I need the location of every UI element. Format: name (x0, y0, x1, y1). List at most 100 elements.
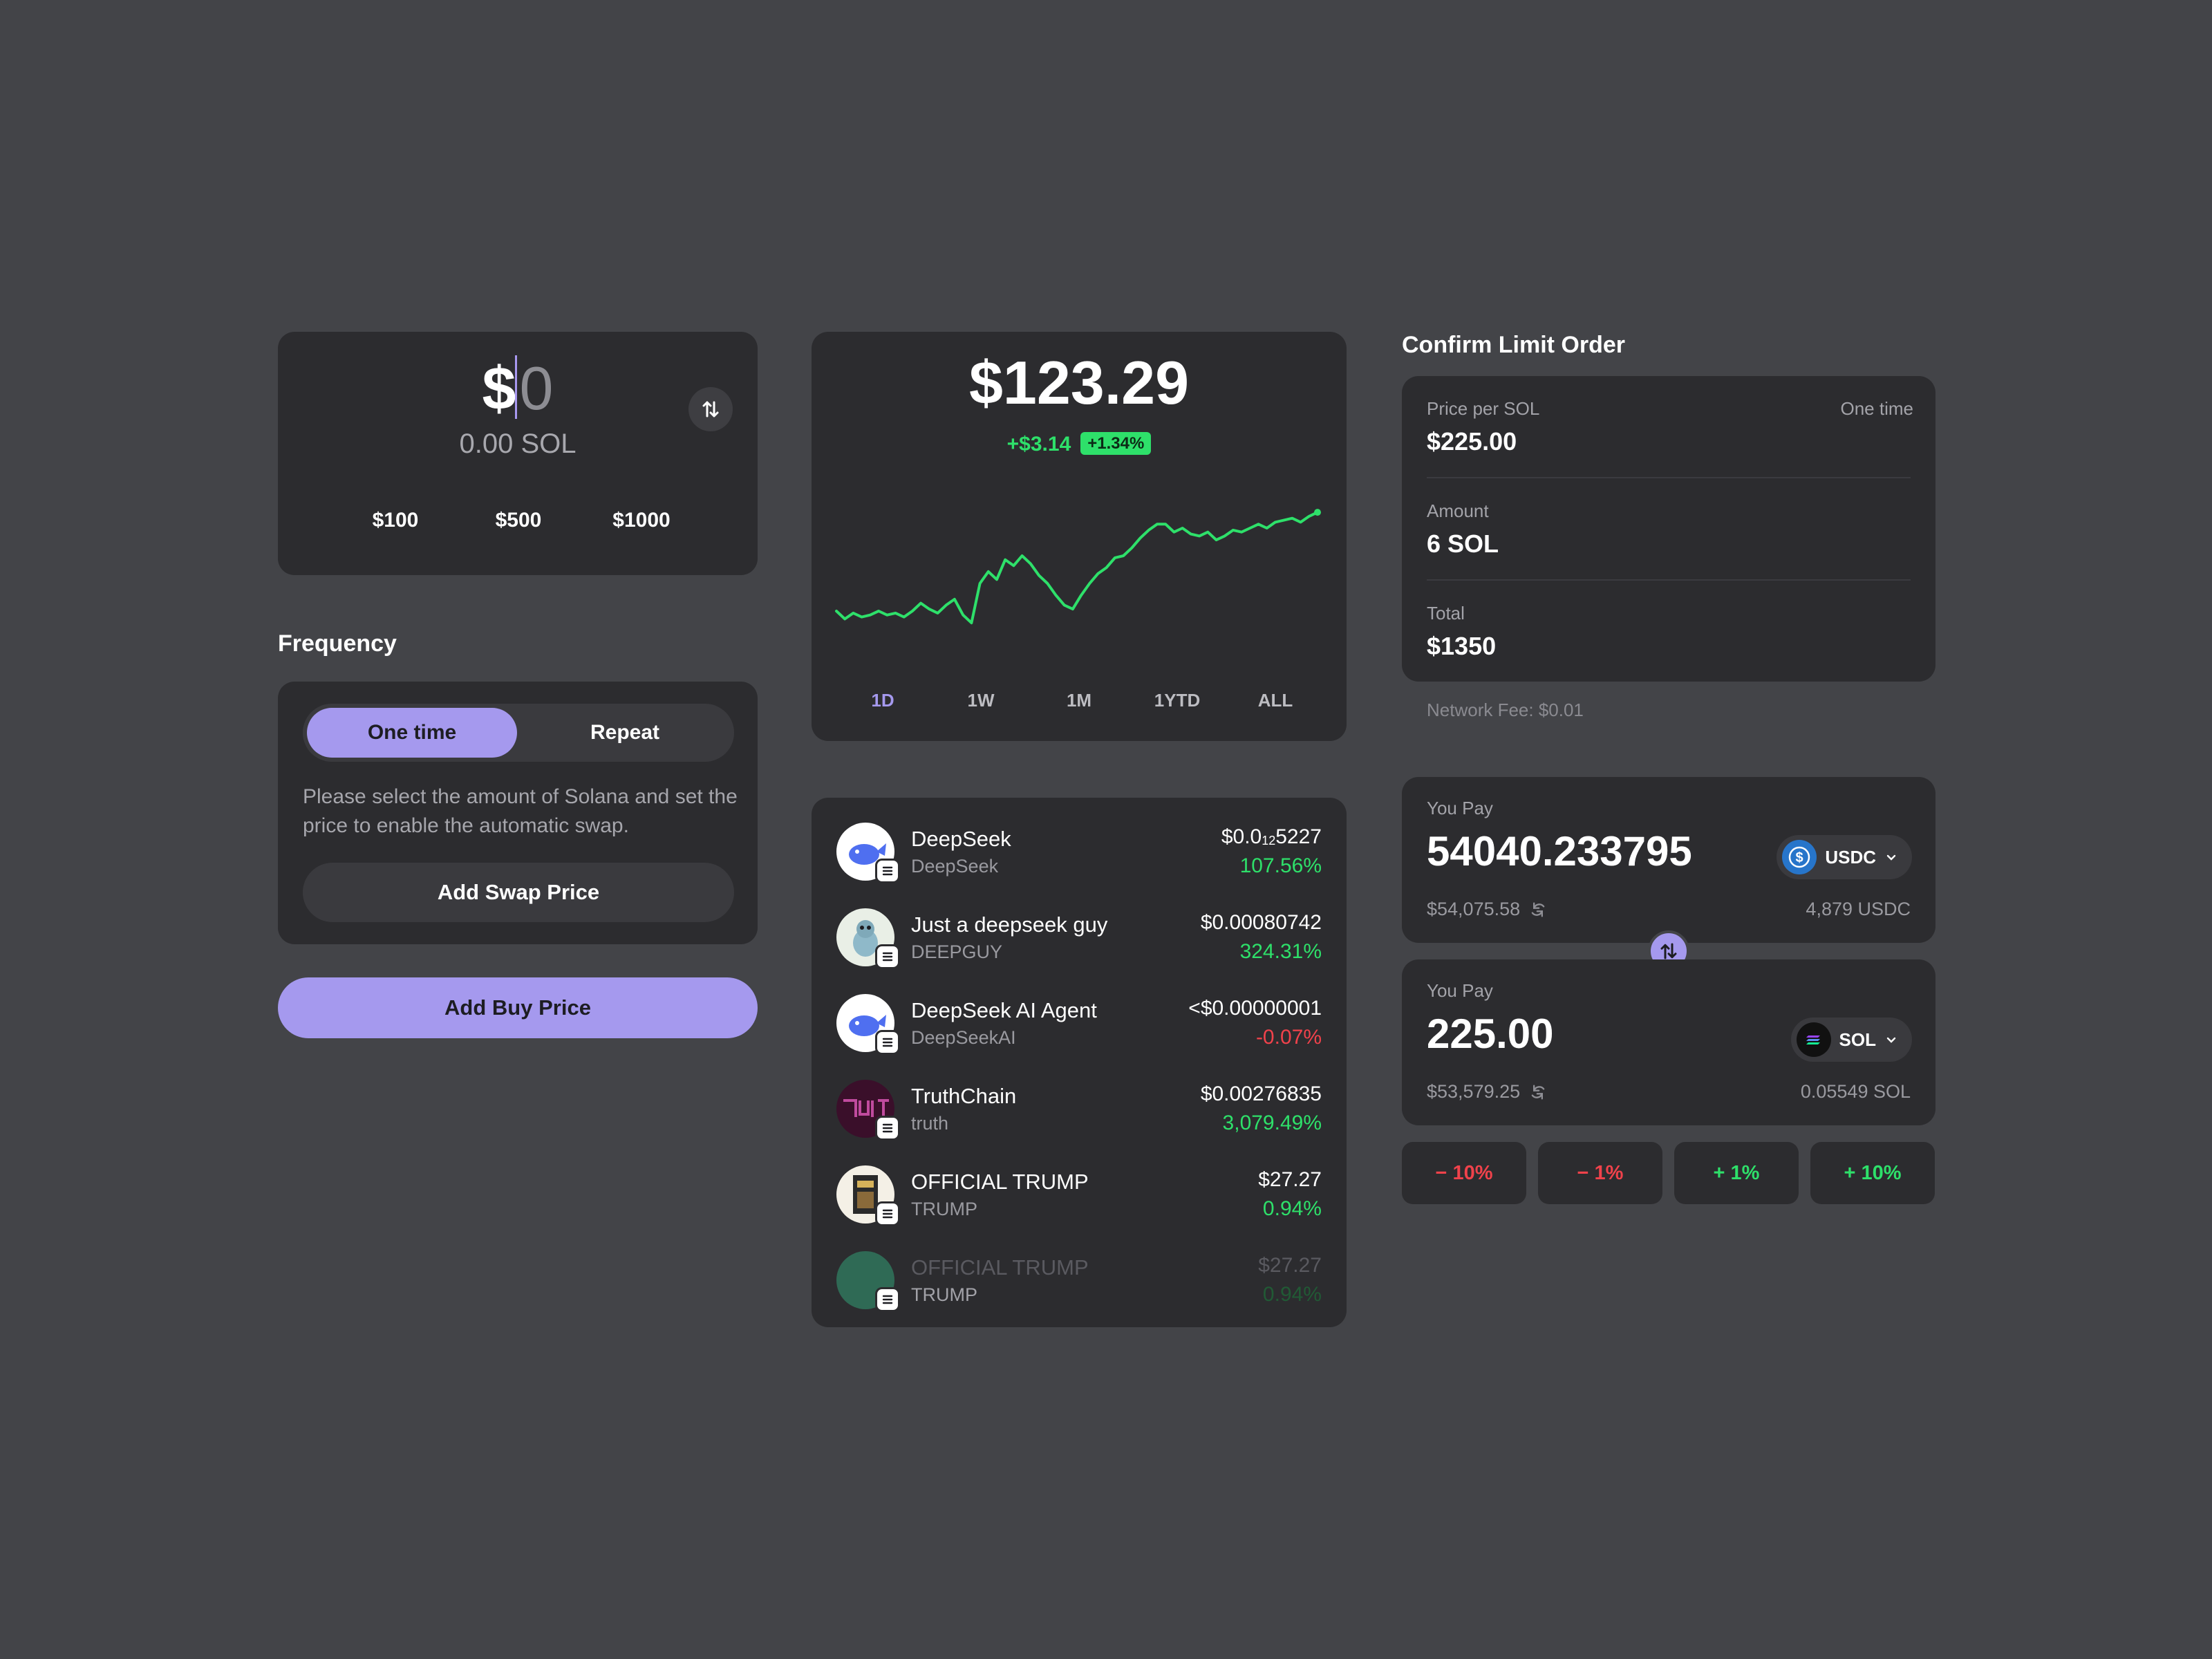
token-row-truthchain[interactable]: TruthChain truth $0.00276835 3,079.49% (836, 1074, 1322, 1143)
currency-symbol: $ (482, 354, 516, 422)
price-change: +$3.14 +1.34% (812, 432, 1347, 456)
adjust-sign: − (1577, 1161, 1589, 1184)
pay-amount-input[interactable]: 54040.233795 (1427, 831, 1692, 872)
swap-arrows-icon (1660, 943, 1677, 959)
token-row-official-trump[interactable]: OFFICIAL TRUMP TRUMP $27.27 0.94% (836, 1160, 1322, 1229)
frequency-description: Please select the amount of Solana and s… (303, 785, 738, 837)
pay-label: You Pay (1427, 980, 1493, 1001)
range-tab-1m[interactable]: 1M (1041, 690, 1117, 711)
token-price-tail: 5227 (1275, 825, 1322, 848)
divider (1427, 477, 1911, 478)
solana-chain-badge (875, 1030, 900, 1055)
refresh-icon[interactable] (1528, 1082, 1548, 1102)
add-buy-price-button[interactable]: Add Buy Price (278, 977, 758, 1038)
pay-usd-text: $53,579.25 (1427, 1081, 1521, 1102)
token-change: -0.07% (1255, 1026, 1322, 1049)
solana-chain-badge (875, 1201, 900, 1226)
frequency-option-one-time[interactable]: One time (307, 708, 517, 758)
sol-equivalent: 0.00 SOL (459, 429, 577, 459)
refresh-icon[interactable] (1528, 900, 1548, 919)
chevron-down-icon (1886, 1037, 1896, 1043)
token-name: OFFICIAL TRUMP (911, 1170, 1089, 1194)
frequency-toggle: One time Repeat (303, 704, 734, 762)
latest-price-point (1314, 509, 1321, 516)
token-price: $27.27 (1258, 1168, 1322, 1191)
price-line-chart[interactable] (832, 491, 1330, 657)
amount-value: 0 (519, 354, 554, 422)
order-frequency-tag: One time (1840, 398, 1914, 419)
adjust-plus-10-button[interactable]: + 10% (1810, 1142, 1935, 1204)
amount-label: Amount (1427, 500, 1489, 521)
token-name: DeepSeek AI Agent (911, 998, 1097, 1022)
adjust-plus-1-button[interactable]: + 1% (1674, 1142, 1799, 1204)
token-price: $27.27 (1258, 1254, 1322, 1277)
token-change: 324.31% (1239, 940, 1322, 963)
solana-icon (882, 1123, 893, 1133)
token-symbol: truth (911, 1113, 949, 1134)
usdc-icon: $ (1782, 840, 1817, 874)
solana-chain-badge (875, 1116, 900, 1141)
pay-card-usdc: You Pay 54040.233795 $ USDC $54,075.58 4… (1402, 777, 1936, 943)
token-select-sol[interactable]: SOL (1790, 1018, 1912, 1062)
quick-amount-500[interactable]: $500 (470, 509, 567, 532)
swap-vertical-icon (702, 401, 719, 418)
adjust-label: 10% (1452, 1161, 1493, 1184)
frequency-option-repeat[interactable]: Repeat (520, 708, 730, 758)
solana-chain-badge (875, 859, 900, 883)
adjust-minus-10-button[interactable]: − 10% (1402, 1142, 1526, 1204)
token-change: 0.94% (1262, 1283, 1322, 1306)
token-price-main: $0.0 (1221, 825, 1262, 848)
token-name: DeepSeek (911, 827, 1011, 851)
token-row-deepguy[interactable]: Just a deepseek guy DEEPGUY $0.00080742 … (836, 903, 1322, 972)
token-change: 3,079.49% (1222, 1112, 1322, 1134)
pay-balance: 4,879 USDC (1806, 899, 1911, 919)
token-price: $0.0125227 (1221, 825, 1322, 849)
frequency-title: Frequency (278, 630, 397, 657)
range-tab-1w[interactable]: 1W (943, 690, 1019, 711)
token-price: <$0.00000001 (1188, 997, 1322, 1020)
swap-direction-button[interactable] (688, 387, 733, 431)
pay-balance: 0.05549 SOL (1800, 1081, 1911, 1102)
price-change-badge: +1.34% (1080, 432, 1152, 455)
token-name: Just a deepseek guy (911, 912, 1108, 937)
token-symbol: DeepSeekAI (911, 1027, 1016, 1048)
price-change-abs: +$3.14 (1006, 433, 1071, 456)
token-change: 0.94% (1262, 1197, 1322, 1220)
token-select-usdc[interactable]: $ USDC (1777, 835, 1912, 879)
quick-amount-100[interactable]: $100 (347, 509, 444, 532)
token-list-card: DeepSeek DeepSeek $0.0125227 107.56% Jus… (812, 798, 1347, 1327)
token-name: TruthChain (911, 1084, 1017, 1108)
adjust-minus-1-button[interactable]: − 1% (1538, 1142, 1662, 1204)
token-row-official-trump-loading[interactable]: OFFICIAL TRUMP TRUMP $27.27 0.94% (836, 1246, 1322, 1315)
token-price: $0.00080742 (1200, 911, 1322, 934)
adjust-label: 10% (1861, 1161, 1902, 1184)
token-symbol: TRUMP (911, 1284, 977, 1305)
token-name: OFFICIAL TRUMP (911, 1255, 1089, 1280)
token-change: 107.56% (1239, 854, 1322, 877)
token-row-deepseek-ai-agent[interactable]: DeepSeek AI Agent DeepSeekAI <$0.0000000… (836, 988, 1322, 1058)
quick-amount-1000[interactable]: $1000 (593, 509, 690, 532)
current-price: $123.29 (968, 348, 1190, 417)
pay-amount-input[interactable]: 225.00 (1427, 1013, 1554, 1055)
range-tab-all[interactable]: ALL (1237, 690, 1313, 711)
network-fee: Network Fee: $0.01 (1427, 700, 1584, 720)
range-tab-1d[interactable]: 1D (845, 690, 921, 711)
token-price-zero-count: 12 (1262, 834, 1276, 847)
price-per-sol-value: $225.00 (1427, 427, 1517, 456)
solana-logo-icon (1806, 1035, 1820, 1044)
token-select-label: SOL (1839, 1029, 1876, 1050)
solana-chain-badge (875, 944, 900, 969)
solana-icon (882, 952, 893, 962)
pay-label: You Pay (1427, 798, 1493, 818)
token-symbol: DEEPGUY (911, 941, 1003, 962)
limit-order-card: Price per SOL One time $225.00 Amount 6 … (1402, 376, 1936, 682)
add-swap-price-button[interactable]: Add Swap Price (303, 863, 734, 922)
amount-input[interactable]: $0 (278, 355, 758, 419)
token-row-deepseek[interactable]: DeepSeek DeepSeek $0.0125227 107.56% (836, 817, 1322, 886)
range-tab-1ytd[interactable]: 1YTD (1139, 690, 1215, 711)
token-symbol: DeepSeek (911, 856, 999, 877)
pay-usd-value: $53,579.25 (1427, 1081, 1548, 1103)
adjust-label: 1% (1730, 1161, 1760, 1184)
divider (1427, 579, 1911, 581)
solana-chain-badge (875, 1287, 900, 1312)
